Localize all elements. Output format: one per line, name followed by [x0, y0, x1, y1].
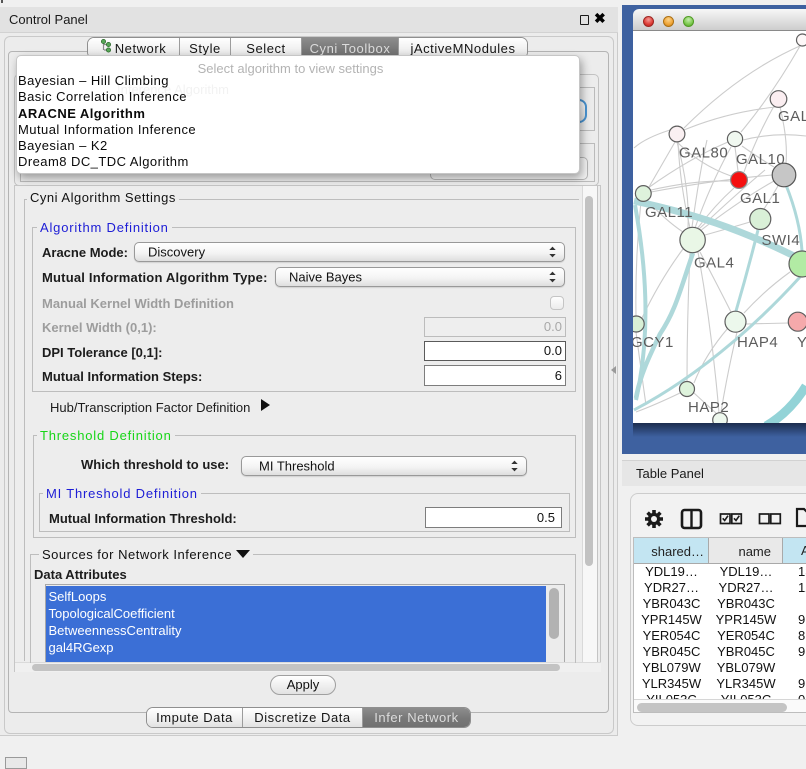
svg-text:HAP2: HAP2	[688, 399, 729, 416]
svg-text:GAL4: GAL4	[694, 255, 734, 272]
svg-text:HAP4: HAP4	[737, 334, 778, 351]
svg-text:Y: Y	[797, 334, 806, 351]
svg-text:GAL2: GAL2	[778, 108, 806, 125]
svg-text:GAL11: GAL11	[645, 204, 693, 221]
svg-text:SWI4: SWI4	[762, 232, 801, 249]
svg-text:GCY1: GCY1	[633, 334, 674, 351]
svg-text:GAL1: GAL1	[740, 190, 780, 207]
svg-text:GAL80: GAL80	[679, 145, 728, 162]
svg-text:GAL10: GAL10	[736, 151, 785, 168]
